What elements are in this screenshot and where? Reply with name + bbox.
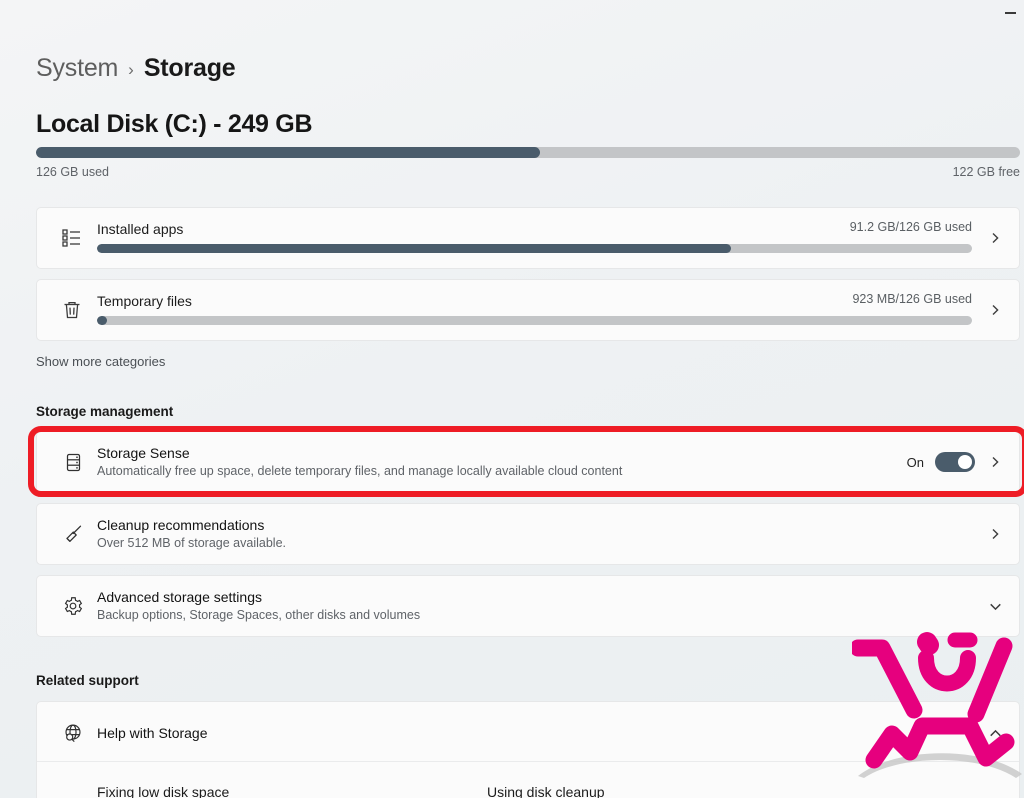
- storage-sense-row[interactable]: Storage Sense Automatically free up spac…: [36, 431, 1020, 493]
- cleanup-recommendations-title: Cleanup recommendations: [97, 517, 265, 533]
- cleanup-recommendations-row[interactable]: Cleanup recommendations Over 512 MB of s…: [36, 503, 1020, 565]
- category-usage-bar: [97, 316, 972, 325]
- category-usage-bar-fill: [97, 244, 731, 253]
- storage-settings-page: System › Storage Local Disk (C:) - 249 G…: [0, 0, 1024, 798]
- breadcrumb-system-link[interactable]: System: [36, 54, 118, 83]
- category-label: Temporary files: [97, 293, 192, 309]
- chevron-right-icon[interactable]: [985, 452, 1005, 472]
- category-usage-text: 91.2 GB/126 GB used: [849, 220, 972, 234]
- category-label: Installed apps: [97, 221, 184, 237]
- gear-icon: [57, 590, 89, 622]
- show-more-categories-link[interactable]: Show more categories: [36, 354, 165, 369]
- storage-sense-subtitle: Automatically free up space, delete temp…: [97, 464, 623, 478]
- disk-usage-bar-fill: [36, 147, 540, 158]
- disk-usage-bar: [36, 147, 1020, 158]
- category-usage-bar-fill: [97, 316, 107, 325]
- chevron-down-icon[interactable]: [985, 596, 1005, 616]
- toggle-knob: [958, 455, 972, 469]
- category-usage-text: 923 MB/126 GB used: [852, 292, 972, 306]
- category-row-temporary-files[interactable]: Temporary files 923 MB/126 GB used: [36, 279, 1020, 341]
- chevron-right-icon[interactable]: [985, 524, 1005, 544]
- disk-free-label: 122 GB free: [952, 165, 1020, 179]
- chevron-right-icon: ›: [128, 60, 134, 79]
- storage-sense-toggle[interactable]: [935, 452, 975, 472]
- chevron-right-icon[interactable]: [985, 228, 1005, 248]
- cleanup-recommendations-subtitle: Over 512 MB of storage available.: [97, 536, 286, 550]
- trash-bin-icon: [57, 295, 87, 325]
- broom-icon: [57, 518, 89, 550]
- globe-search-icon: [57, 717, 89, 749]
- breadcrumb-current: Storage: [143, 54, 236, 82]
- storage-sense-toggle-group[interactable]: On: [907, 452, 975, 472]
- drive-stack-icon: [57, 446, 89, 478]
- related-support-heading: Related support: [36, 673, 139, 688]
- storage-sense-toggle-label: On: [906, 454, 924, 470]
- support-link-fixing-low-disk-space[interactable]: Fixing low disk space: [97, 784, 229, 798]
- support-link-using-disk-cleanup[interactable]: Using disk cleanup: [487, 784, 605, 798]
- page-title: Local Disk (C:) - 249 GB: [36, 110, 313, 138]
- advanced-storage-settings-title: Advanced storage settings: [97, 589, 262, 605]
- running-figure-mascot: [852, 632, 1015, 769]
- disk-used-label: 126 GB used: [36, 165, 109, 179]
- advanced-storage-settings-subtitle: Backup options, Storage Spaces, other di…: [97, 608, 421, 622]
- category-usage-bar: [97, 244, 972, 253]
- storage-management-heading: Storage management: [36, 404, 174, 419]
- storage-sense-title: Storage Sense: [97, 445, 190, 461]
- category-row-installed-apps[interactable]: Installed apps 91.2 GB/126 GB used: [36, 207, 1020, 269]
- chevron-right-icon[interactable]: [985, 300, 1005, 320]
- installed-apps-list-icon: [57, 223, 87, 253]
- breadcrumb: System › Storage: [36, 54, 236, 83]
- help-with-storage-title: Help with Storage: [97, 725, 208, 741]
- minimize-dash-icon[interactable]: [1005, 12, 1016, 14]
